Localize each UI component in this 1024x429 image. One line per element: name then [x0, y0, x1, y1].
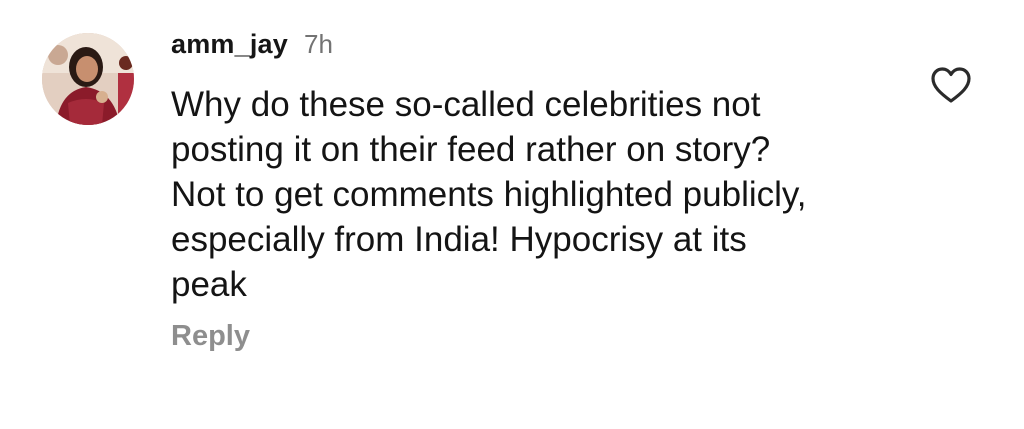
reply-button[interactable]: Reply	[171, 320, 250, 353]
heart-outline-icon	[931, 67, 971, 103]
comment-item: amm_jay 7h Why do these so-called celebr…	[0, 0, 1024, 429]
comment-text: Why do these so-called celebrities not p…	[171, 85, 807, 304]
timestamp: 7h	[303, 29, 333, 59]
profile-photo	[42, 33, 134, 125]
username[interactable]: amm_jay	[171, 29, 288, 60]
avatar[interactable]	[42, 33, 134, 125]
comment-header: amm_jay 7h	[171, 29, 333, 65]
like-button[interactable]	[930, 66, 972, 104]
